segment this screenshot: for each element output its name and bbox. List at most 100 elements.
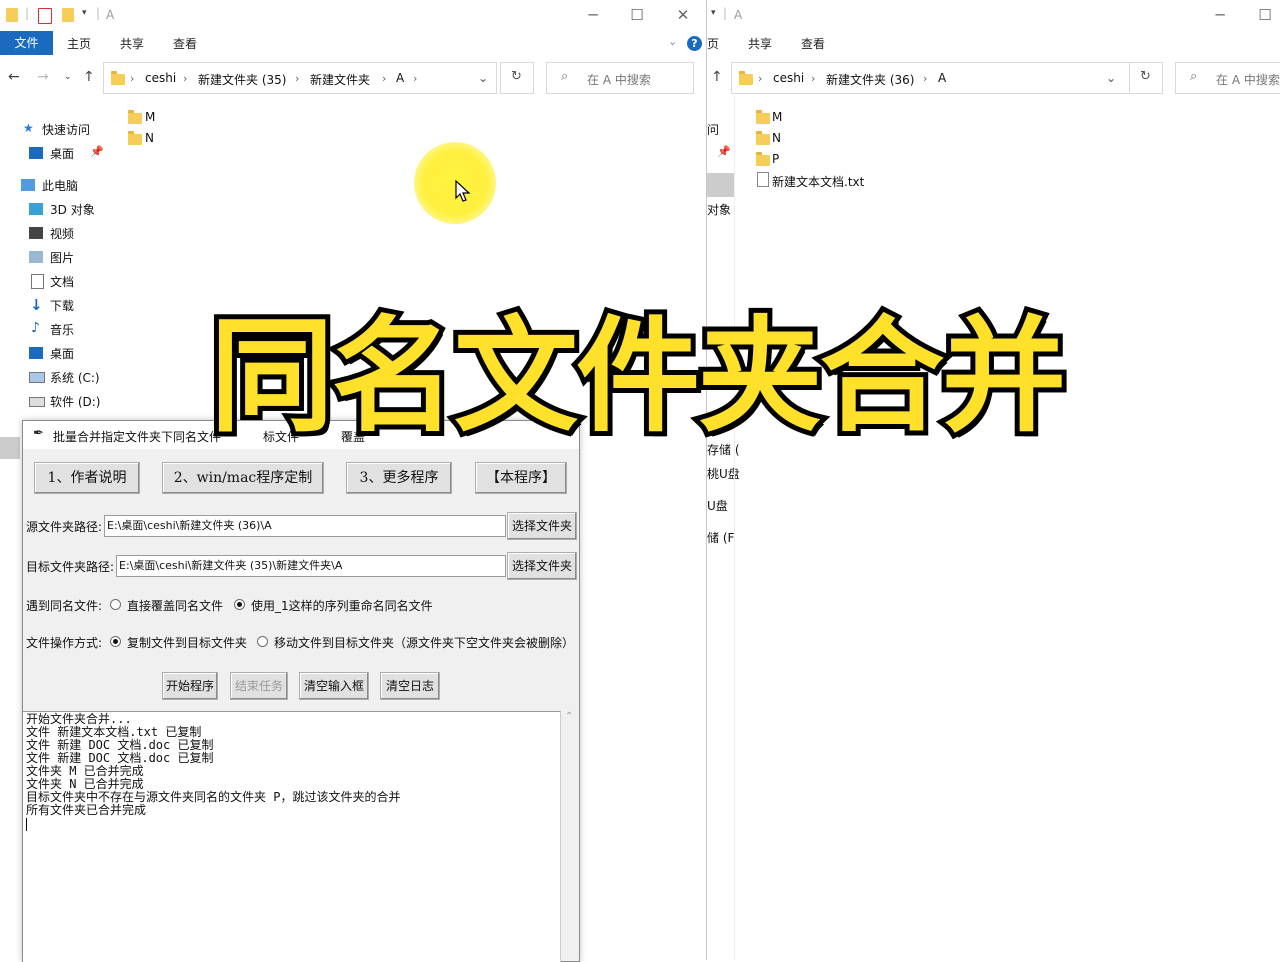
tab-share[interactable]: 共享 bbox=[120, 35, 144, 52]
back-arrow-icon[interactable]: ← bbox=[8, 69, 20, 85]
nav-item[interactable]: 文档 bbox=[50, 273, 74, 290]
nav-fragment[interactable]: 对象 bbox=[707, 201, 731, 218]
file-item[interactable]: M bbox=[772, 110, 782, 124]
address-dropdown-icon[interactable]: ⌄ bbox=[1106, 71, 1116, 85]
documents-icon bbox=[31, 274, 44, 289]
refresh-button[interactable]: ↻ bbox=[500, 62, 534, 94]
new-folder-icon[interactable] bbox=[62, 8, 74, 22]
breadcrumb-item[interactable]: ceshi bbox=[145, 71, 176, 85]
start-button[interactable]: 开始程序 bbox=[162, 672, 218, 700]
maximize-button[interactable]: ☐ bbox=[622, 5, 652, 25]
search-box[interactable]: ⌕ 在 A 中搜索 bbox=[546, 62, 694, 94]
rename-option-label[interactable]: 使用_1这样的序列重命名同名文件 bbox=[251, 597, 433, 614]
file-item[interactable]: N bbox=[145, 131, 154, 145]
separator: | bbox=[25, 6, 30, 20]
dialog-title: 批量合并指定文件夹下同名文件 bbox=[53, 430, 222, 444]
operation-mode-label: 文件操作方式: bbox=[26, 636, 103, 650]
file-item[interactable]: 新建文本文档.txt bbox=[772, 173, 864, 190]
refresh-button[interactable]: ↻ bbox=[1129, 62, 1163, 94]
nav-fragment[interactable]: 问 bbox=[707, 121, 719, 138]
this-program-button[interactable]: 【本程序】 bbox=[475, 462, 567, 494]
close-button[interactable]: ✕ bbox=[668, 5, 698, 25]
tab-home[interactable]: 页 bbox=[707, 35, 719, 52]
move-radio[interactable] bbox=[257, 636, 268, 647]
address-bar[interactable]: › ceshi › 新建文件夹 (35) › 新建文件夹 › A › ⌄ bbox=[103, 62, 497, 94]
nav-desktop-pinned[interactable]: 桌面 bbox=[50, 145, 74, 162]
nav-item[interactable]: 软件 (D:) bbox=[50, 393, 100, 410]
refresh-icon: ↻ bbox=[511, 69, 522, 84]
copy-option-label[interactable]: 复制文件到目标文件夹 bbox=[127, 634, 247, 651]
maximize-button[interactable]: ☐ bbox=[1250, 5, 1280, 25]
clear-log-button[interactable]: 清空日志 bbox=[380, 672, 440, 700]
breadcrumb-item[interactable]: A bbox=[396, 71, 404, 85]
choose-source-folder-button[interactable]: 选择文件夹 bbox=[507, 512, 577, 540]
up-arrow-icon[interactable]: ↑ bbox=[83, 69, 95, 85]
breadcrumb-item[interactable]: A bbox=[938, 71, 946, 85]
nav-item[interactable]: 音乐 bbox=[50, 321, 74, 338]
text-caret bbox=[26, 818, 27, 831]
rename-radio[interactable] bbox=[234, 599, 245, 610]
search-icon: ⌕ bbox=[1190, 69, 1198, 84]
nav-this-pc[interactable]: 此电脑 bbox=[42, 177, 78, 194]
address-bar[interactable]: › ceshi › 新建文件夹 (36) › A ⌄ bbox=[731, 62, 1131, 94]
more-programs-button[interactable]: 3、更多程序 bbox=[346, 462, 452, 494]
stop-task-button[interactable]: 结束任务 bbox=[230, 672, 288, 700]
nav-item[interactable]: 桌面 bbox=[50, 345, 74, 362]
nav-item[interactable]: 系统 (C:) bbox=[50, 369, 100, 386]
nav-fragment[interactable]: 储 (F bbox=[707, 529, 734, 546]
folder-icon bbox=[111, 71, 125, 85]
breadcrumb-item[interactable]: 新建文件夹 (35) bbox=[198, 71, 286, 88]
breadcrumb-item[interactable]: 新建文件夹 bbox=[310, 71, 370, 88]
move-option-label[interactable]: 移动文件到目标文件夹（源文件夹下空文件夹会被删除） bbox=[274, 634, 574, 651]
breadcrumb-item[interactable]: 新建文件夹 (36) bbox=[826, 71, 914, 88]
file-item[interactable]: P bbox=[772, 152, 779, 166]
clear-input-button[interactable]: 清空输入框 bbox=[299, 672, 369, 700]
file-item[interactable]: M bbox=[145, 110, 155, 124]
tab-share[interactable]: 共享 bbox=[748, 35, 772, 52]
tab-file[interactable]: 文件 bbox=[0, 31, 53, 55]
refresh-icon: ↻ bbox=[1140, 69, 1151, 84]
choose-target-folder-button[interactable]: 选择文件夹 bbox=[507, 552, 577, 580]
ribbon-expand-icon[interactable]: ⌄ bbox=[668, 35, 677, 48]
nav-item[interactable]: 视频 bbox=[50, 225, 74, 242]
properties-icon[interactable] bbox=[38, 8, 52, 24]
help-icon[interactable]: ? bbox=[687, 36, 702, 51]
custom-program-button[interactable]: 2、win/mac程序定制 bbox=[162, 462, 324, 494]
nav-fragment[interactable]: U盘 bbox=[707, 497, 728, 514]
forward-arrow-icon[interactable]: → bbox=[37, 69, 49, 85]
author-info-button[interactable]: 1、作者说明 bbox=[34, 462, 140, 494]
up-arrow-icon[interactable]: ↑ bbox=[711, 69, 723, 85]
minimize-button[interactable]: ─ bbox=[1205, 5, 1235, 25]
folder-icon bbox=[756, 131, 770, 145]
breadcrumb-item[interactable]: ceshi bbox=[773, 71, 804, 85]
overwrite-radio[interactable] bbox=[110, 599, 121, 610]
source-path-input[interactable]: E:\桌面\ceshi\新建文件夹 (36)\A bbox=[104, 515, 506, 537]
pin-icon[interactable]: 📌 bbox=[717, 145, 731, 158]
chevron-right-icon: › bbox=[758, 72, 763, 85]
pane-divider bbox=[734, 96, 735, 960]
address-dropdown-icon[interactable]: ⌄ bbox=[478, 71, 488, 85]
file-item[interactable]: N bbox=[772, 131, 781, 145]
log-textarea[interactable]: 开始文件夹合并... 文件 新建文本文档.txt 已复制 文件 新建 DOC 文… bbox=[23, 711, 561, 962]
nav-quick-access[interactable]: 快速访问 bbox=[42, 121, 90, 138]
search-box[interactable]: ⌕ 在 A 中搜索 bbox=[1175, 62, 1280, 94]
copy-radio[interactable] bbox=[110, 636, 121, 647]
scroll-up-icon[interactable]: ⌃ bbox=[565, 711, 573, 722]
nav-item[interactable]: 下载 bbox=[50, 297, 74, 314]
nav-item[interactable]: 3D 对象 bbox=[50, 201, 95, 218]
overwrite-option-label[interactable]: 直接覆盖同名文件 bbox=[127, 597, 223, 614]
drive-c-icon bbox=[29, 372, 45, 383]
recent-dropdown-icon[interactable]: ⌄ bbox=[64, 72, 72, 82]
search-placeholder: 在 A 中搜索 bbox=[1216, 73, 1280, 87]
tab-home[interactable]: 主页 bbox=[67, 35, 91, 52]
pin-icon[interactable]: 📌 bbox=[90, 145, 104, 158]
minimize-button[interactable]: ─ bbox=[578, 5, 608, 25]
qat-dropdown-icon[interactable]: ▾ bbox=[82, 8, 87, 18]
tab-view[interactable]: 查看 bbox=[801, 35, 825, 52]
tab-view[interactable]: 查看 bbox=[173, 35, 197, 52]
title-bar: | ▾ | A ─ ☐ ✕ bbox=[0, 0, 706, 30]
log-scrollbar[interactable]: ⌃ bbox=[561, 711, 578, 961]
qat-dropdown-icon[interactable]: ▾ bbox=[711, 8, 716, 18]
target-path-input[interactable]: E:\桌面\ceshi\新建文件夹 (35)\新建文件夹\A bbox=[116, 555, 506, 577]
nav-item[interactable]: 图片 bbox=[50, 249, 74, 266]
